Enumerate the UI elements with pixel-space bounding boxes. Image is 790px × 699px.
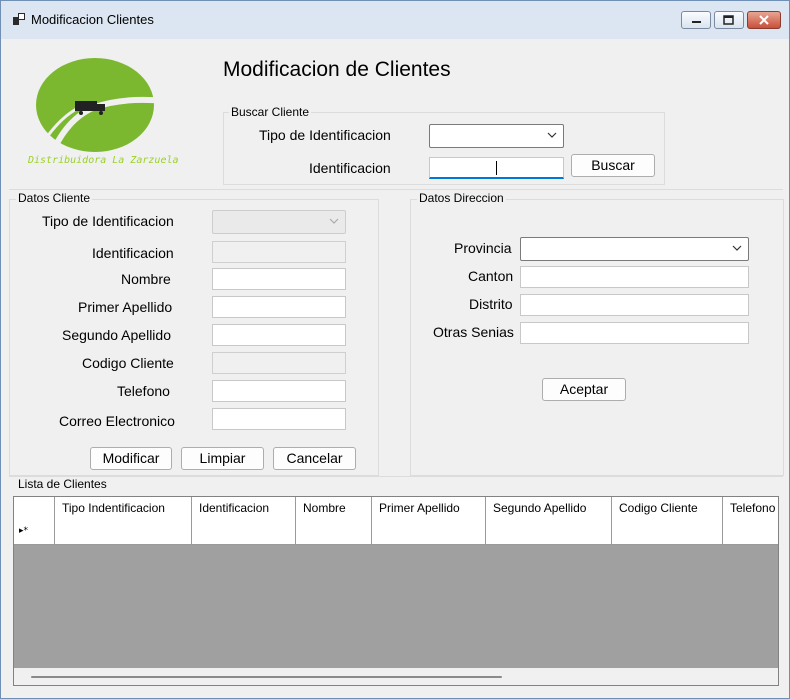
distrito-field[interactable] [520, 294, 749, 316]
grid-corner[interactable] [14, 497, 55, 519]
telefono-field[interactable] [212, 380, 346, 402]
codigo-cliente-label: Codigo Cliente [82, 355, 174, 371]
text-cursor [496, 161, 497, 175]
identificacion-label: Identificacion [92, 245, 174, 261]
horizontal-scrollbar[interactable] [14, 668, 778, 685]
table-cell[interactable] [372, 519, 486, 544]
logo-text: Distribuidora La Zarzuela [28, 155, 179, 166]
identificacion-field[interactable] [212, 241, 346, 263]
scrollbar-thumb[interactable] [31, 676, 502, 678]
limpiar-button[interactable]: Limpiar [181, 447, 264, 470]
close-icon [759, 15, 769, 25]
datos-direccion-legend: Datos Direccion [417, 191, 506, 205]
column-header[interactable]: Segundo Apellido [486, 497, 612, 519]
primer-apellido-label: Primer Apellido [78, 299, 173, 315]
window: Modificacion Clientes Distribuidora La Z… [0, 0, 790, 699]
primer-apellido-field[interactable] [212, 296, 346, 318]
tipo-identificacion-label: Tipo de Identificacion [42, 213, 174, 229]
restore-icon [723, 15, 734, 25]
grid-header: Tipo Indentificacion Identificacion Nomb… [14, 497, 778, 520]
page-title: Modificacion de Clientes [223, 58, 451, 81]
buscar-id-input[interactable] [429, 157, 564, 179]
lista-clientes-legend: Lista de Clientes [16, 477, 109, 491]
column-header[interactable]: Nombre [296, 497, 372, 519]
column-header[interactable]: Codigo Cliente [612, 497, 723, 519]
correo-field[interactable] [212, 408, 346, 430]
form-client-area: Distribuidora La Zarzuela Modificacion d… [9, 39, 784, 691]
canton-field[interactable] [520, 266, 749, 288]
buscar-button[interactable]: Buscar [571, 154, 655, 177]
distrito-label: Distrito [469, 296, 513, 312]
modificar-button[interactable]: Modificar [90, 447, 172, 470]
canton-label: Canton [468, 268, 514, 284]
column-header[interactable]: Telefono [723, 497, 778, 519]
table-row[interactable]: ▸* [14, 519, 778, 545]
segundo-apellido-field[interactable] [212, 324, 346, 346]
table-cell[interactable] [612, 519, 723, 544]
clientes-grid[interactable]: Tipo Indentificacion Identificacion Nomb… [13, 496, 779, 686]
cancelar-button[interactable]: Cancelar [273, 447, 356, 470]
nombre-label: Nombre [121, 271, 171, 287]
new-row-marker: ▸* [14, 519, 55, 544]
separator [9, 189, 783, 190]
column-header[interactable]: Tipo Indentificacion [55, 497, 192, 519]
aceptar-button[interactable]: Aceptar [542, 378, 626, 401]
table-cell[interactable] [192, 519, 296, 544]
minimize-icon [692, 21, 701, 23]
telefono-label: Telefono [117, 383, 170, 399]
table-cell[interactable] [486, 519, 612, 544]
provincia-label: Provincia [454, 240, 512, 256]
chevron-down-icon [732, 245, 742, 251]
buscar-id-label: Identificacion [309, 160, 391, 176]
column-header[interactable]: Primer Apellido [372, 497, 486, 519]
chevron-down-icon [547, 132, 557, 138]
tipo-identificacion-select[interactable] [212, 210, 346, 234]
separator [9, 476, 783, 477]
segundo-apellido-label: Segundo Apellido [62, 327, 171, 343]
buscar-cliente-legend: Buscar Cliente [229, 105, 312, 119]
provincia-select[interactable] [520, 237, 749, 261]
title-bar[interactable]: Modificacion Clientes [1, 1, 789, 39]
table-cell[interactable] [723, 519, 778, 544]
table-cell[interactable] [55, 519, 192, 544]
window-title: Modificacion Clientes [31, 12, 154, 27]
chevron-down-icon [329, 218, 339, 224]
otras-senias-field[interactable] [520, 322, 749, 344]
codigo-cliente-field[interactable] [212, 352, 346, 374]
buscar-tipo-label: Tipo de Identificacion [259, 127, 391, 143]
buscar-tipo-select[interactable] [429, 124, 564, 148]
column-header[interactable]: Identificacion [192, 497, 296, 519]
close-button[interactable] [747, 11, 781, 29]
otras-senias-label: Otras Senias [433, 324, 514, 340]
table-cell[interactable] [296, 519, 372, 544]
nombre-field[interactable] [212, 268, 346, 290]
maximize-button[interactable] [714, 11, 744, 29]
minimize-button[interactable] [681, 11, 711, 29]
correo-label: Correo Electronico [59, 413, 175, 429]
datos-cliente-legend: Datos Cliente [16, 191, 93, 205]
app-icon [13, 13, 25, 25]
